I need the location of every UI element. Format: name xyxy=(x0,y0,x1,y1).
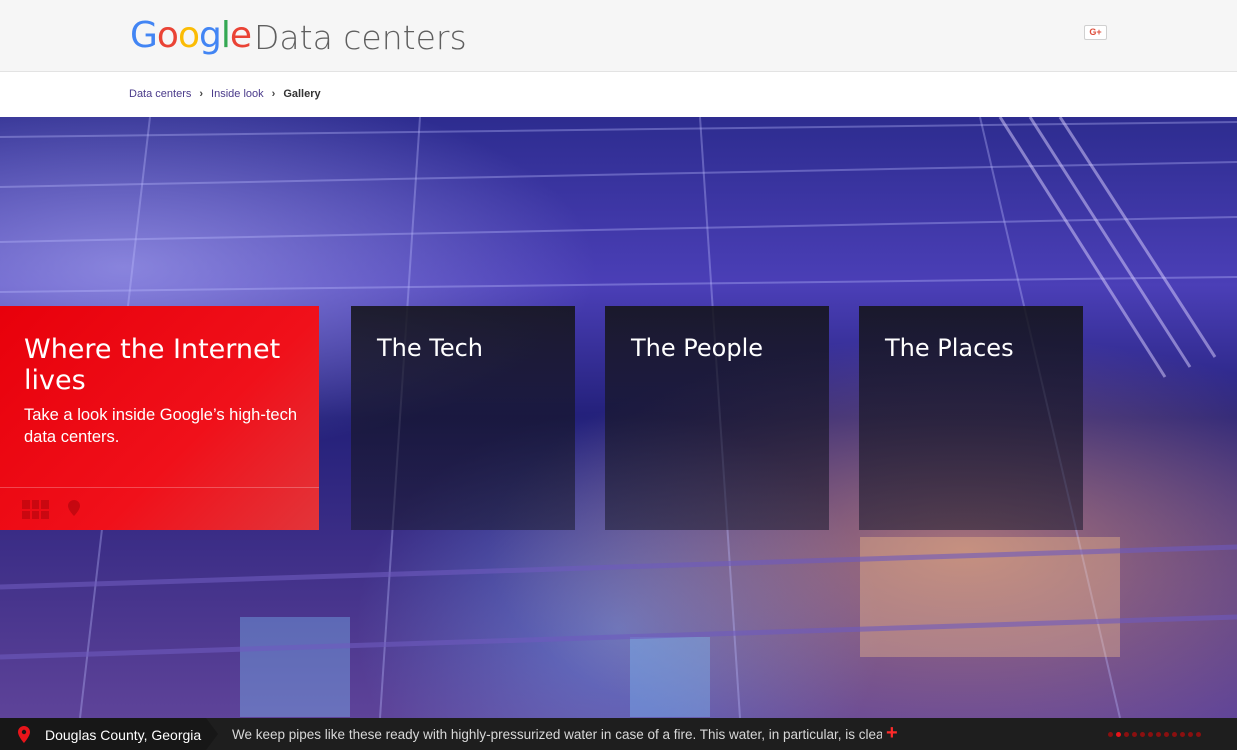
tile-the-places[interactable]: The Places xyxy=(859,306,1083,530)
google-plus-share-button[interactable]: G+ xyxy=(1084,25,1107,40)
logo-letter: e xyxy=(229,15,252,56)
google-logo[interactable]: Google xyxy=(130,15,252,56)
photo-caption: We keep pipes like these ready with high… xyxy=(232,727,882,742)
feature-tile-where-internet-lives[interactable]: Where the Internet lives Take a look ins… xyxy=(0,306,319,530)
tile-title: The People xyxy=(631,334,763,362)
slide-dot[interactable] xyxy=(1148,732,1153,737)
slide-dot[interactable] xyxy=(1196,732,1201,737)
location-label[interactable]: Douglas County, Georgia xyxy=(0,718,206,750)
slide-dot[interactable] xyxy=(1164,732,1169,737)
slide-dot[interactable] xyxy=(1116,732,1121,737)
tile-title: The Places xyxy=(885,334,1014,362)
expand-caption-button[interactable]: + xyxy=(886,722,898,744)
slide-dot[interactable] xyxy=(1156,732,1161,737)
slide-dot[interactable] xyxy=(1180,732,1185,737)
map-pin-icon[interactable] xyxy=(68,500,80,516)
slide-dot[interactable] xyxy=(1124,732,1129,737)
top-header: Google Data centers G+ xyxy=(0,0,1237,72)
logo-letter: l xyxy=(220,15,231,56)
breadcrumb-current: Gallery xyxy=(283,88,321,100)
breadcrumb-separator: › xyxy=(199,88,204,100)
breadcrumb-inside-look[interactable]: Inside look xyxy=(211,88,264,100)
feature-title: Where the Internet lives xyxy=(24,334,281,396)
breadcrumb-data-centers[interactable]: Data centers xyxy=(129,88,191,100)
slide-indicator xyxy=(1108,732,1201,737)
location-pin-icon xyxy=(18,726,30,743)
location-name: Douglas County, Georgia xyxy=(45,727,202,743)
tile-title: The Tech xyxy=(377,334,484,362)
hero-gallery-background: Where the Internet lives Take a look ins… xyxy=(0,117,1237,718)
slide-dot[interactable] xyxy=(1132,732,1137,737)
breadcrumb-separator: › xyxy=(271,88,276,100)
tile-the-people[interactable]: The People xyxy=(605,306,829,530)
slide-dot[interactable] xyxy=(1108,732,1113,737)
grid-view-icon[interactable] xyxy=(22,500,49,519)
feature-description: Take a look inside Google’s high-tech da… xyxy=(24,406,298,446)
slide-dot[interactable] xyxy=(1140,732,1145,737)
logo-letter: G xyxy=(130,15,158,56)
slide-dot[interactable] xyxy=(1172,732,1177,737)
location-arrow xyxy=(206,718,218,750)
breadcrumb: Data centers › Inside look › Gallery xyxy=(129,88,321,100)
site-title[interactable]: Data centers xyxy=(254,18,467,58)
logo-letter: g xyxy=(198,15,222,56)
logo-letter: o xyxy=(156,15,179,56)
caption-bar: Douglas County, Georgia We keep pipes li… xyxy=(0,718,1237,750)
divider xyxy=(0,487,319,488)
slide-dot[interactable] xyxy=(1188,732,1193,737)
tile-the-tech[interactable]: The Tech xyxy=(351,306,575,530)
logo-letter: o xyxy=(177,15,200,56)
